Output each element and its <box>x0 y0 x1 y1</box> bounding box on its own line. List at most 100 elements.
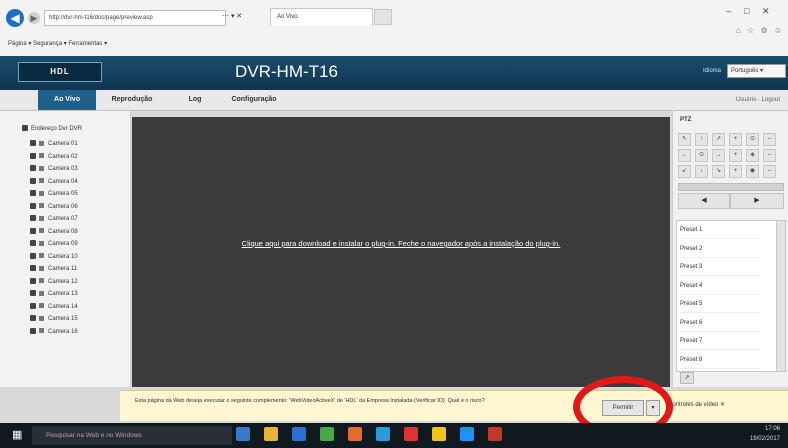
windows-start-icon[interactable]: ▦ <box>12 429 24 441</box>
ptz-button[interactable]: ⊙ <box>695 149 708 162</box>
camera-item[interactable]: Camera 12 <box>30 277 126 287</box>
record-icon <box>39 290 44 296</box>
minimize-icon[interactable]: – <box>726 6 736 16</box>
ptz-speed-slider[interactable] <box>678 183 784 191</box>
taskbar-app-icon[interactable] <box>376 427 390 441</box>
taskbar-app-icon[interactable] <box>460 427 474 441</box>
preset-item[interactable]: Preset 5 <box>680 296 760 313</box>
camera-item[interactable]: Camera 08 <box>30 227 126 237</box>
ptz-button[interactable]: ↘ <box>712 165 725 178</box>
preset-go-button[interactable]: ↗ <box>680 372 694 384</box>
record-icon <box>39 153 44 159</box>
close-icon[interactable]: ✕ <box>762 6 774 16</box>
camera-icon <box>30 215 36 222</box>
camera-item[interactable]: Camera 14 <box>30 302 126 312</box>
preset-item[interactable]: Preset 1 <box>680 222 760 239</box>
camera-icon <box>30 327 36 334</box>
camera-item[interactable]: Camera 13 <box>30 289 126 299</box>
record-icon <box>39 203 44 209</box>
camera-icon <box>30 277 36 284</box>
taskbar-search-input[interactable]: Pesquisar na Web e no Windows <box>32 426 232 445</box>
tab-reproducao[interactable]: Reprodução <box>102 90 162 110</box>
camera-label: Camera 15 <box>48 316 78 322</box>
camera-label: Camera 01 <box>48 141 78 147</box>
preset-item[interactable]: Preset 6 <box>680 315 760 332</box>
tab-log[interactable]: Log <box>180 90 210 110</box>
camera-label: Camera 08 <box>48 228 78 235</box>
preset-item[interactable]: Preset 4 <box>680 278 760 295</box>
ptz-button[interactable]: ↖ <box>678 133 691 146</box>
language-label: Idioma <box>703 68 722 74</box>
address-bar[interactable]: http://dvr-hm-t16/doc/page/preview.asp <box>44 10 226 26</box>
preset-item[interactable]: Preset 8 <box>680 352 760 369</box>
camera-item[interactable]: Camera 01 <box>30 139 126 149</box>
ptz-button[interactable]: ↗ <box>712 133 725 146</box>
brand-logo: HDL <box>18 62 102 82</box>
camera-icon <box>30 290 36 297</box>
ptz-button[interactable]: → <box>712 149 725 162</box>
camera-item[interactable]: Camera 03 <box>30 164 126 174</box>
camera-item[interactable]: Camera 07 <box>30 214 126 224</box>
tab-configuracao[interactable]: Configuração <box>218 90 290 110</box>
new-tab-button[interactable] <box>374 9 392 25</box>
ptz-button[interactable]: ◉ <box>746 165 759 178</box>
preset-item[interactable]: Preset 7 <box>680 333 760 350</box>
notification-close[interactable]: Controles de vídeo ✕ <box>668 398 778 412</box>
ptz-button[interactable]: ← <box>678 149 691 162</box>
camera-label: Camera 07 <box>48 216 78 222</box>
ptz-button[interactable]: – <box>763 165 776 178</box>
taskbar-app-icon[interactable] <box>320 427 334 441</box>
record-icon <box>39 265 44 271</box>
ptz-button[interactable]: + <box>729 133 742 146</box>
camera-item[interactable]: Camera 05 <box>30 189 126 199</box>
ptz-button[interactable]: ⊙ <box>746 133 759 146</box>
camera-item[interactable]: Camera 04 <box>30 177 126 187</box>
forward-arrow-icon[interactable]: ▶ <box>28 12 40 24</box>
ptz-next-button[interactable]: ▶ <box>730 193 784 209</box>
taskbar-app-icon[interactable] <box>292 427 306 441</box>
preset-item[interactable]: Preset 3 <box>680 259 760 276</box>
ptz-button[interactable]: ↑ <box>695 133 708 146</box>
browser-home-star-gear-icons[interactable]: ⌂ ☆ ⚙ ☺ <box>736 26 784 38</box>
record-icon <box>39 165 44 171</box>
ptz-button[interactable]: – <box>763 149 776 162</box>
back-arrow-icon[interactable]: ◀ <box>6 9 24 27</box>
camera-item[interactable]: Camera 09 <box>30 239 126 249</box>
camera-label: Camera 14 <box>48 303 78 310</box>
tab-ao-vivo[interactable]: Ao Vivo <box>38 90 96 110</box>
taskbar-app-icon[interactable] <box>348 427 362 441</box>
maximize-icon[interactable]: □ <box>744 6 754 16</box>
ptz-button[interactable]: ↙ <box>678 165 691 178</box>
camera-label: Camera 06 <box>48 203 78 210</box>
taskbar-app-icon[interactable] <box>432 427 446 441</box>
camera-item[interactable]: Camera 10 <box>30 252 126 262</box>
user-logout[interactable]: Usuário · Logout <box>710 90 780 110</box>
plugin-download-link[interactable]: Clique aqui para download e instalar o p… <box>218 238 584 262</box>
preset-item[interactable]: Preset 2 <box>680 241 760 258</box>
ptz-button[interactable]: + <box>729 149 742 162</box>
language-select[interactable]: Português ▾ <box>727 64 786 78</box>
camera-item[interactable]: Camera 15 <box>30 314 126 324</box>
ptz-title: PTZ <box>680 117 692 123</box>
taskbar-app-icon[interactable] <box>236 427 250 441</box>
address-tools[interactable]: ⋯ ▾ ✕ <box>222 10 266 24</box>
camera-item[interactable]: Camera 11 <box>30 264 126 274</box>
ptz-button[interactable]: – <box>763 133 776 146</box>
taskbar-app-icon[interactable] <box>264 427 278 441</box>
tree-root[interactable]: Endereço Dvr DVR <box>22 124 126 134</box>
ptz-button[interactable]: ↓ <box>695 165 708 178</box>
ptz-prev-button[interactable]: ◀ <box>678 193 730 209</box>
camera-item[interactable]: Camera 06 <box>30 202 126 212</box>
system-tray[interactable]: 17:06 19/02/2017 <box>640 424 780 446</box>
camera-label: Camera 16 <box>48 328 78 335</box>
camera-item[interactable]: Camera 02 <box>30 152 126 162</box>
camera-item[interactable]: Camera 16 <box>30 327 126 337</box>
taskbar-app-icon[interactable] <box>404 427 418 441</box>
browser-tab-ao-vivo[interactable]: Ao Vivo <box>270 8 373 26</box>
command-bar[interactable]: Página ▾ Segurança ▾ Ferramentas ▾ <box>8 38 338 50</box>
taskbar-app-icon[interactable] <box>488 427 502 441</box>
preset-scrollbar[interactable] <box>776 220 786 372</box>
ptz-button[interactable]: + <box>729 165 742 178</box>
record-icon <box>39 328 44 334</box>
ptz-button[interactable]: ◈ <box>746 149 759 162</box>
